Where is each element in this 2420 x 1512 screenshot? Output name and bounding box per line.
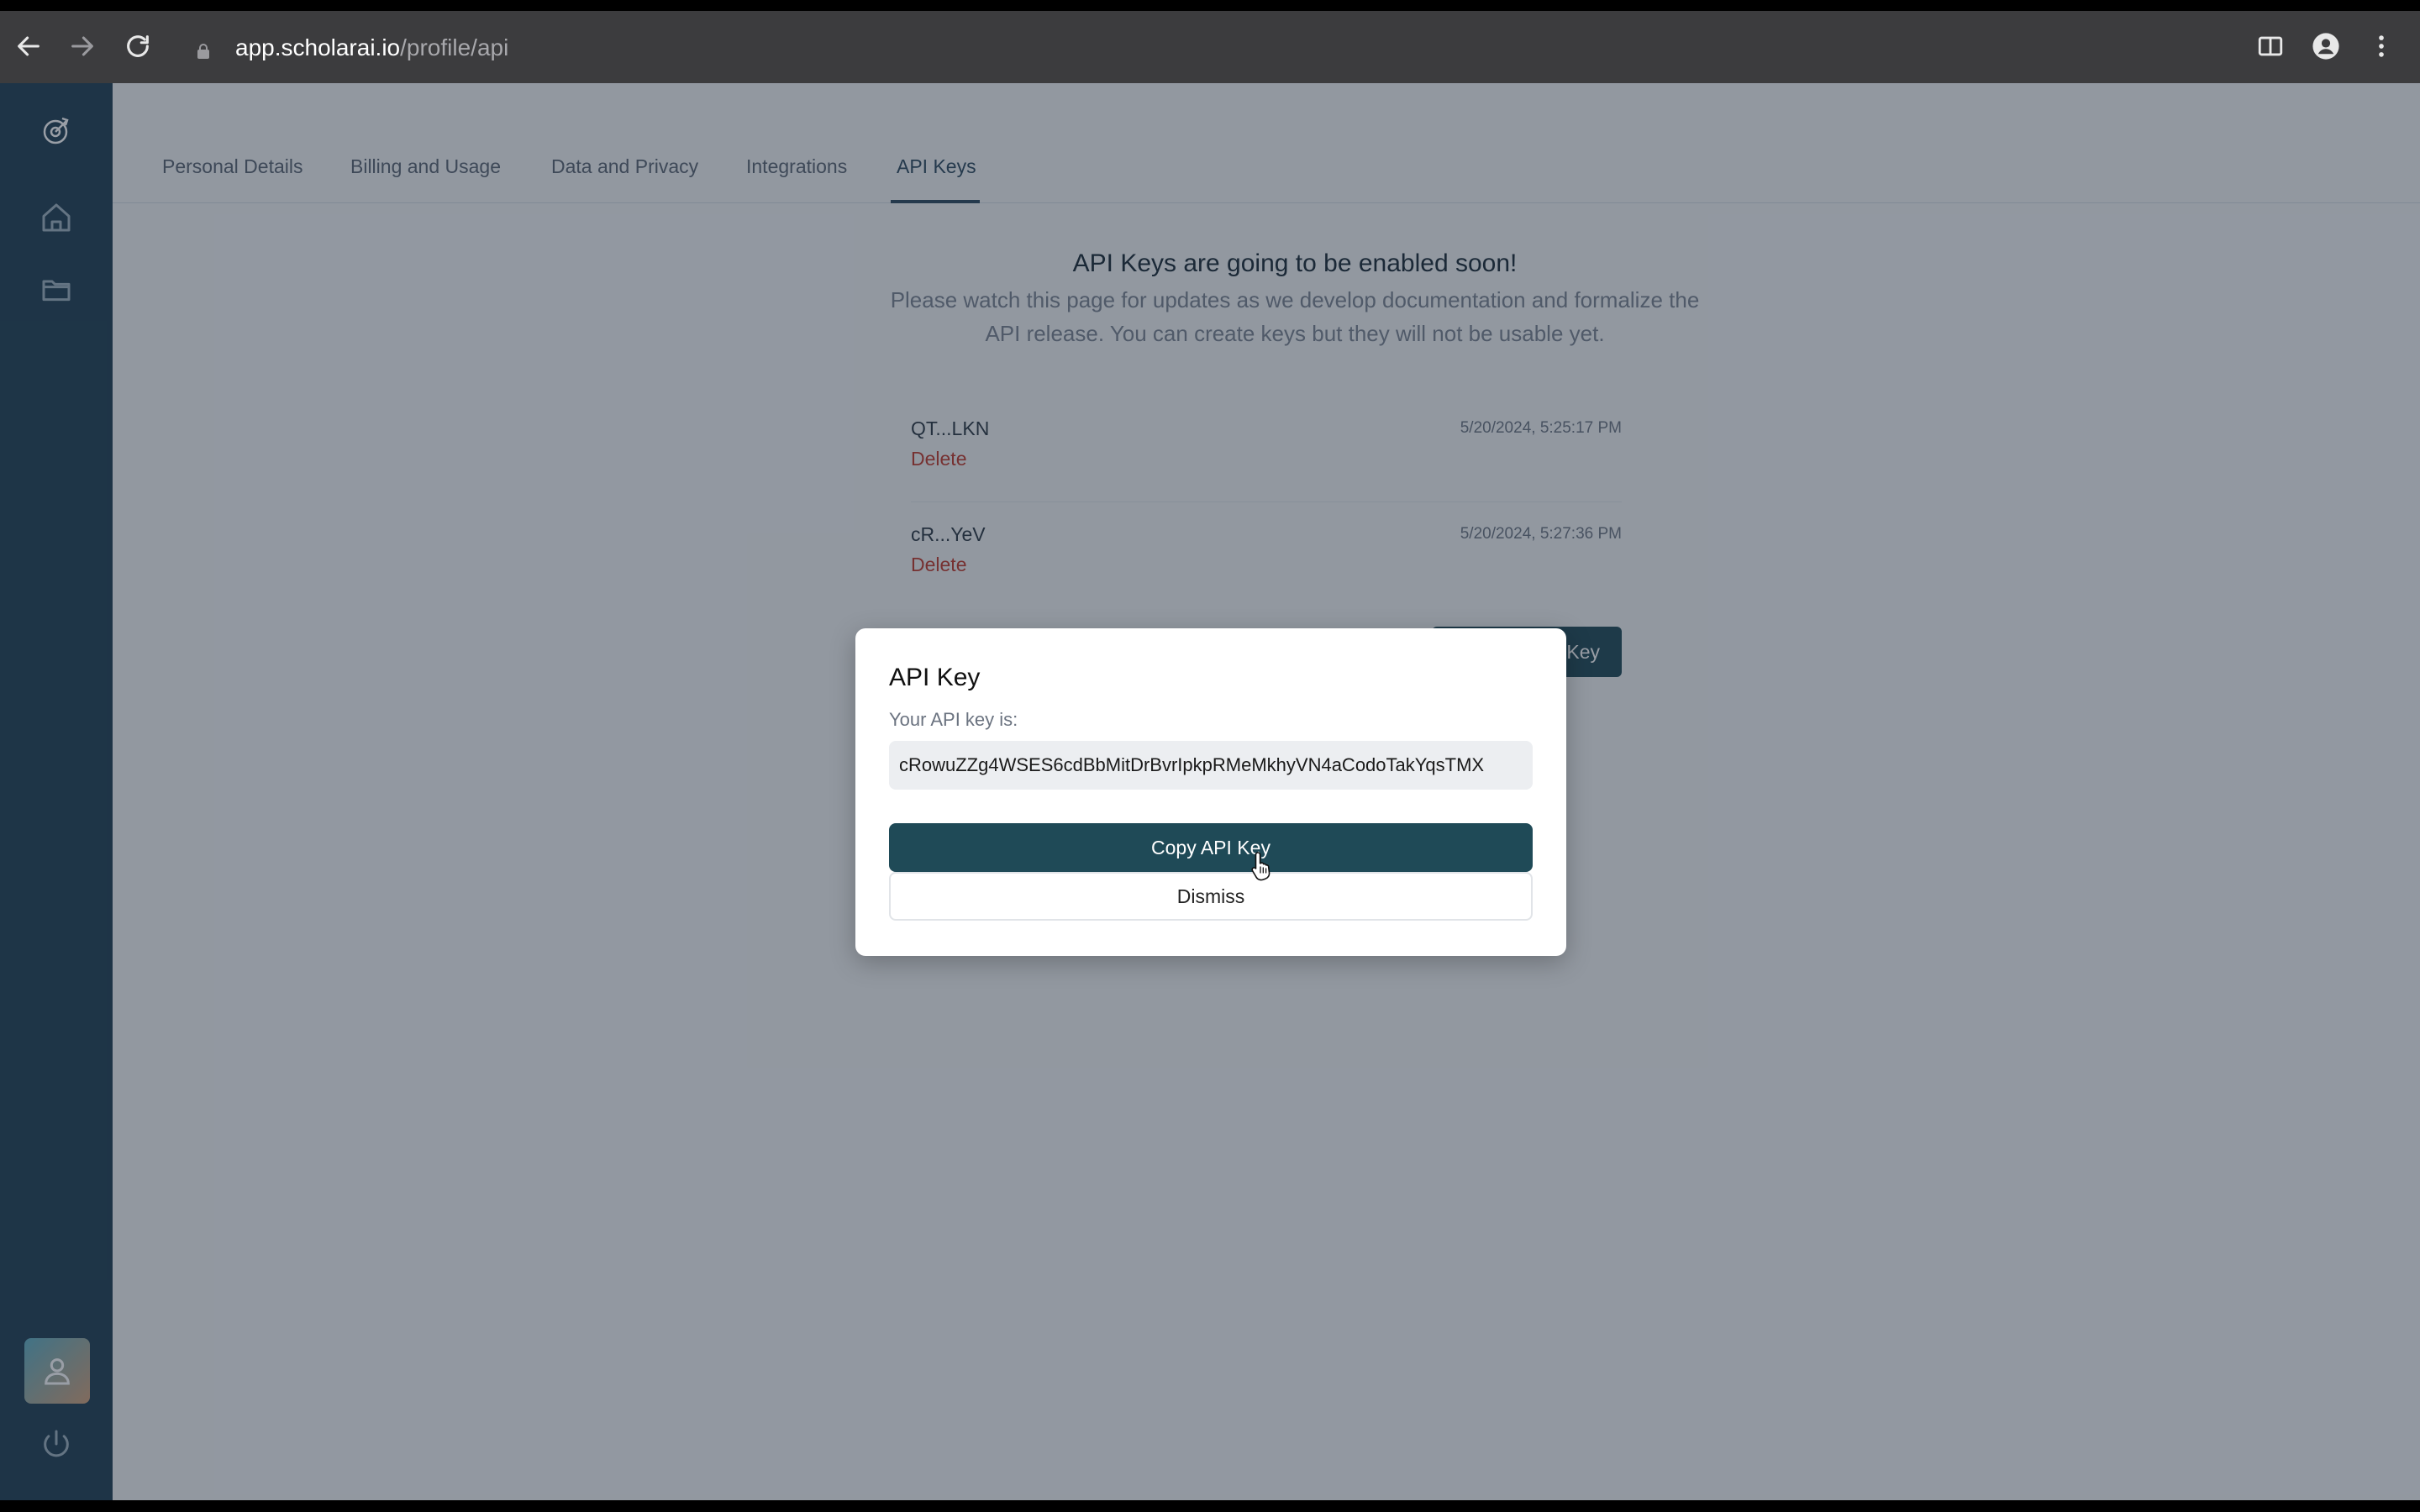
back-icon[interactable] [10, 28, 47, 65]
window-bottom-edge [0, 1500, 2420, 1512]
reload-icon[interactable] [119, 28, 156, 65]
url-path: /profile/api [400, 34, 509, 60]
url-host: app.scholarai.io [235, 34, 401, 60]
copy-api-key-button[interactable]: Copy API Key [889, 823, 1533, 872]
dismiss-button[interactable]: Dismiss [889, 872, 1533, 921]
profile-icon[interactable] [2307, 28, 2344, 65]
hand-cursor-icon [1251, 852, 1270, 881]
window-top-edge [0, 0, 2420, 11]
menu-dots-icon[interactable] [2363, 28, 2400, 65]
lock-icon[interactable] [195, 43, 212, 60]
api-key-modal: API Key Your API key is: cRowuZZg4WSES6c… [855, 628, 1566, 956]
api-key-field[interactable]: cRowuZZg4WSES6cdBbMitDrBvrIpkpRMeMkhyVN4… [889, 741, 1533, 790]
modal-title: API Key [889, 664, 981, 691]
browser-toolbar: app.scholarai.io/profile/api [0, 11, 2420, 83]
reading-mode-icon[interactable] [2252, 28, 2289, 65]
api-key-label: Your API key is: [889, 709, 1018, 730]
address-bar[interactable]: app.scholarai.io/profile/api [235, 33, 508, 63]
forward-icon[interactable] [64, 28, 101, 65]
